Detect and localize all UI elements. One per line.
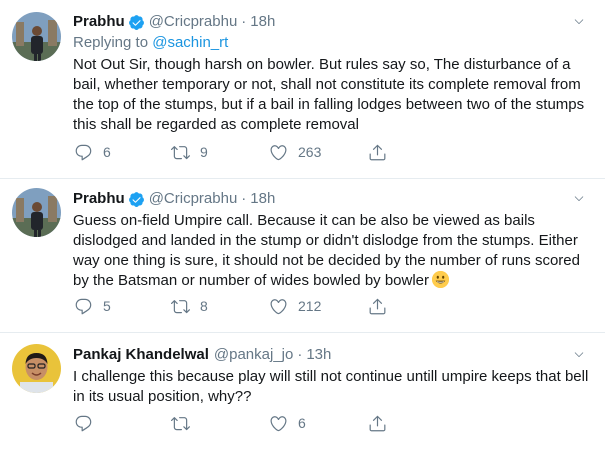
reply-button[interactable]: [74, 412, 103, 434]
share-button[interactable]: [368, 141, 387, 163]
share-icon: [368, 414, 387, 433]
tweet-text: I challenge this because play will still…: [73, 368, 589, 405]
tweet-actions: 6: [73, 412, 513, 434]
user-handle[interactable]: @pankaj_jo: [214, 345, 293, 365]
tweet-text-block: Guess on-field Umpire call. Because it c…: [73, 211, 593, 291]
reply-icon: [74, 143, 93, 162]
retweet-icon: [171, 297, 190, 316]
tweet-header: Prabhu @Cricprabhu · 18h: [73, 12, 587, 32]
like-button[interactable]: 212: [269, 295, 321, 317]
tweet-2[interactable]: Prabhu @Cricprabhu · 18h Guess on-field …: [0, 179, 605, 333]
reply-count: 6: [103, 144, 111, 160]
reply-button[interactable]: 5: [74, 295, 111, 317]
share-icon: [368, 143, 387, 162]
avatar-image: [12, 344, 61, 393]
verified-badge-icon: [128, 14, 145, 31]
user-handle[interactable]: @Cricprabhu: [149, 12, 238, 32]
tweet-actions: 6 9 263: [73, 141, 513, 163]
like-count: 212: [298, 298, 322, 314]
like-button[interactable]: 6: [269, 412, 306, 434]
like-icon: [269, 143, 288, 162]
avatar-image: [12, 12, 61, 61]
timestamp[interactable]: 18h: [250, 189, 275, 209]
replying-to-label: Replying to: [73, 34, 153, 51]
retweet-icon: [171, 143, 190, 162]
replying-to-line: Replying to @sachin_rt: [73, 33, 587, 53]
tweet-content: Prabhu @Cricprabhu · 18h Replying to @sa…: [73, 12, 587, 135]
chevron-down-icon[interactable]: [573, 16, 585, 28]
avatar[interactable]: [12, 188, 61, 237]
display-name[interactable]: Prabhu: [73, 189, 125, 209]
separator-dot: ·: [297, 346, 303, 363]
chevron-down-icon[interactable]: [573, 349, 585, 361]
display-name[interactable]: Prabhu: [73, 12, 125, 32]
share-button[interactable]: [368, 295, 387, 317]
retweet-button[interactable]: 9: [171, 141, 208, 163]
tweet-header: Prabhu @Cricprabhu · 18h: [73, 189, 587, 209]
retweet-button[interactable]: [171, 412, 200, 434]
separator-dot: ·: [241, 13, 247, 30]
timestamp[interactable]: 18h: [250, 12, 275, 32]
retweet-button[interactable]: 8: [171, 295, 208, 317]
share-button[interactable]: [368, 412, 387, 434]
retweet-count: 9: [200, 144, 208, 160]
retweet-icon: [171, 414, 190, 433]
like-count: 263: [298, 144, 322, 160]
like-count: 6: [298, 415, 306, 431]
tweet-header: Pankaj Khandelwal @pankaj_jo · 13h: [73, 345, 587, 365]
tweet-actions: 5 8 212: [73, 295, 513, 317]
avatar[interactable]: [12, 12, 61, 61]
user-handle[interactable]: @Cricprabhu: [149, 189, 238, 209]
tweet-content: Prabhu @Cricprabhu · 18h Guess on-field …: [73, 189, 587, 291]
separator-dot: ·: [241, 190, 247, 207]
mention-link[interactable]: @sachin_rt: [152, 34, 228, 51]
avatar-image: [12, 188, 61, 237]
retweet-count: 8: [200, 298, 208, 314]
like-icon: [269, 297, 288, 316]
reply-icon: [74, 414, 93, 433]
tweet-text: Not Out Sir, though harsh on bowler. But…: [73, 56, 585, 133]
chevron-down-icon[interactable]: [573, 193, 585, 205]
tweet-text: Guess on-field Umpire call. Because it c…: [73, 212, 580, 289]
tweet-3[interactable]: Pankaj Khandelwal @pankaj_jo · 13h I cha…: [0, 333, 605, 451]
reply-thread: Prabhu @Cricprabhu · 18h Replying to @sa…: [0, 0, 605, 451]
reply-icon: [74, 297, 93, 316]
timestamp[interactable]: 13h: [306, 345, 331, 365]
avatar[interactable]: [12, 344, 61, 393]
tweet-1[interactable]: Prabhu @Cricprabhu · 18h Replying to @sa…: [0, 0, 605, 179]
reply-count: 5: [103, 298, 111, 314]
like-button[interactable]: 263: [269, 141, 321, 163]
share-icon: [368, 297, 387, 316]
display-name[interactable]: Pankaj Khandelwal: [73, 345, 209, 365]
grinning-face-icon: [432, 271, 450, 288]
reply-button[interactable]: 6: [74, 141, 111, 163]
like-icon: [269, 414, 288, 433]
tweet-content: Pankaj Khandelwal @pankaj_jo · 13h I cha…: [73, 345, 588, 407]
verified-badge-icon: [128, 191, 145, 208]
